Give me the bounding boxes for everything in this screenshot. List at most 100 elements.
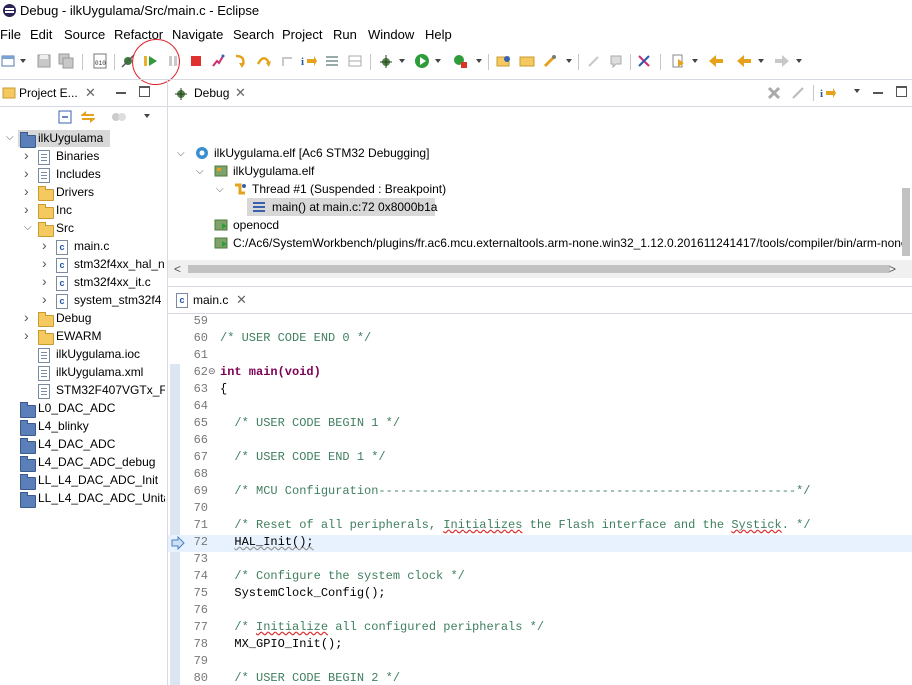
search-tool-icon[interactable]	[542, 53, 558, 69]
menu-project[interactable]: Project	[282, 27, 322, 42]
tree-item-label[interactable]: Includes	[56, 167, 101, 181]
search-dropdown-icon[interactable]	[566, 59, 572, 63]
menu-run[interactable]: Run	[333, 27, 357, 42]
tree-item-label[interactable]: EWARM	[56, 329, 102, 343]
step-into-icon[interactable]	[233, 53, 249, 69]
menu-help[interactable]: Help	[425, 27, 452, 42]
menu-edit[interactable]: Edit	[30, 27, 52, 42]
tree-item-label[interactable]: ilkUygulama	[38, 131, 103, 145]
tree-item-label[interactable]: L4_DAC_ADC_debug	[38, 455, 155, 469]
last-edit-icon[interactable]	[708, 53, 724, 69]
minimize-icon[interactable]	[873, 92, 883, 94]
maximize-icon[interactable]	[896, 86, 907, 97]
debug-gdb-path-label[interactable]: C:/Ac6/SystemWorkbench/plugins/fr.ac6.mc…	[233, 236, 902, 250]
terminate-icon[interactable]	[188, 53, 204, 69]
toggle-mark-icon[interactable]	[636, 53, 652, 69]
back-dropdown-icon[interactable]	[758, 59, 764, 63]
line-number: 71	[193, 518, 208, 532]
tree-item-label[interactable]: L4_blinky	[38, 419, 89, 433]
tree-item-label[interactable]: main.c	[74, 239, 109, 253]
maximize-icon[interactable]	[139, 86, 150, 97]
forward-dropdown-icon	[796, 59, 802, 63]
debug-icon[interactable]	[378, 53, 394, 69]
new-dropdown-icon[interactable]	[20, 59, 26, 63]
debug-launch-label[interactable]: ilkUygulama.elf [Ac6 STM32 Debugging]	[214, 146, 429, 160]
editor-tab-label[interactable]: main.c	[193, 293, 228, 307]
external-tools-dropdown-icon[interactable]	[476, 59, 482, 63]
scroll-right-icon[interactable]: >	[889, 262, 896, 276]
view-menu-icon[interactable]	[854, 89, 860, 93]
debug-openocd-label[interactable]: openocd	[233, 218, 279, 232]
tree-item-label[interactable]: L4_DAC_ADC	[38, 437, 115, 451]
tree-item-label[interactable]: Inc	[56, 203, 72, 217]
tree-item-label[interactable]: STM32F407VGTx_FL	[56, 383, 165, 397]
step-over-icon[interactable]	[256, 53, 272, 69]
debug-vertical-scrollbar[interactable]	[902, 188, 910, 256]
chevron-right-icon[interactable]: ›	[24, 309, 29, 325]
chevron-down-icon[interactable]: ⌵	[24, 222, 32, 233]
next-annotation-icon[interactable]	[670, 53, 686, 69]
external-tools-icon[interactable]	[452, 53, 468, 69]
scroll-left-icon[interactable]: <	[174, 262, 181, 276]
chevron-right-icon[interactable]: ›	[24, 201, 29, 217]
back-icon[interactable]	[736, 53, 752, 69]
menu-search[interactable]: Search	[233, 27, 274, 42]
chevron-right-icon[interactable]: ›	[42, 237, 47, 253]
instruction-stepping-icon[interactable]: i	[301, 53, 317, 69]
open-folder-icon[interactable]	[519, 53, 535, 69]
tree-item-label[interactable]: stm32f4xx_it.c	[74, 275, 151, 289]
close-icon[interactable]: ✕	[85, 85, 96, 101]
menu-navigate[interactable]: Navigate	[172, 27, 223, 42]
next-annotation-dropdown-icon[interactable]	[692, 59, 698, 63]
debug-frame-label[interactable]: main() at main.c:72 0x8000b1a	[272, 200, 437, 214]
project-explorer-tab-label[interactable]: Project E...	[19, 86, 78, 100]
debug-dropdown-icon[interactable]	[399, 59, 405, 63]
open-type-icon[interactable]	[496, 53, 512, 69]
close-icon[interactable]: ✕	[236, 292, 247, 308]
run-icon[interactable]	[414, 53, 430, 69]
chevron-down-icon[interactable]: ⌵	[6, 132, 14, 143]
chevron-right-icon[interactable]: ›	[24, 183, 29, 199]
tree-item-label[interactable]: L0_DAC_ADC	[38, 401, 115, 415]
tree-item-label[interactable]: system_stm32f4	[74, 293, 161, 307]
minimize-icon[interactable]	[116, 92, 126, 94]
tree-item-label[interactable]: Binaries	[56, 149, 99, 163]
chevron-down-icon[interactable]: ⌵	[216, 184, 224, 195]
tree-item-label[interactable]: LL_L4_DAC_ADC_Unitar	[38, 491, 165, 505]
chevron-right-icon[interactable]: ›	[24, 165, 29, 181]
collapse-all-icon[interactable]	[58, 110, 72, 124]
chevron-right-icon[interactable]: ›	[42, 291, 47, 307]
chevron-right-icon[interactable]: ›	[42, 255, 47, 271]
tree-item-label[interactable]: LL_L4_DAC_ADC_Init	[38, 473, 158, 487]
tree-item-label[interactable]: Debug	[56, 311, 91, 325]
fold-icon[interactable]: ⊝	[208, 366, 216, 377]
run-dropdown-icon[interactable]	[435, 59, 441, 63]
project-icon	[20, 402, 36, 418]
menu-source[interactable]: Source	[64, 27, 105, 42]
eclipse-logo-icon	[3, 4, 16, 17]
tree-item-label[interactable]: Src	[56, 221, 74, 235]
disconnect-icon[interactable]	[210, 53, 226, 69]
tree-item-label[interactable]: ilkUygulama.ioc	[56, 347, 140, 361]
view-menu-icon[interactable]	[144, 114, 150, 118]
menu-window[interactable]: Window	[368, 27, 414, 42]
menu-file[interactable]: File	[0, 27, 21, 42]
chevron-down-icon[interactable]: ⌵	[196, 166, 204, 177]
tree-item-label[interactable]: stm32f4xx_hal_n	[74, 257, 165, 271]
binary-icon[interactable]: 010	[92, 53, 108, 69]
debug-thread-label[interactable]: Thread #1 (Suspended : Breakpoint)	[252, 182, 446, 196]
chevron-right-icon[interactable]: ›	[42, 273, 47, 289]
line-number: 59	[193, 314, 208, 328]
tree-item-label[interactable]: Drivers	[56, 185, 94, 199]
debug-horizontal-scrollbar[interactable]: < >	[168, 260, 912, 278]
chevron-right-icon[interactable]: ›	[24, 327, 29, 343]
new-icon[interactable]	[0, 53, 16, 69]
debug-tab-label[interactable]: Debug	[194, 86, 229, 100]
chevron-right-icon[interactable]: ›	[24, 147, 29, 163]
close-icon[interactable]: ✕	[235, 85, 246, 101]
chevron-down-icon[interactable]: ⌵	[177, 148, 185, 159]
tree-item-label[interactable]: ilkUygulama.xml	[56, 365, 143, 379]
link-with-editor-icon[interactable]	[80, 110, 96, 124]
debug-process-label[interactable]: ilkUygulama.elf	[233, 164, 314, 178]
instruction-stepping-view-icon[interactable]: i	[820, 85, 836, 101]
